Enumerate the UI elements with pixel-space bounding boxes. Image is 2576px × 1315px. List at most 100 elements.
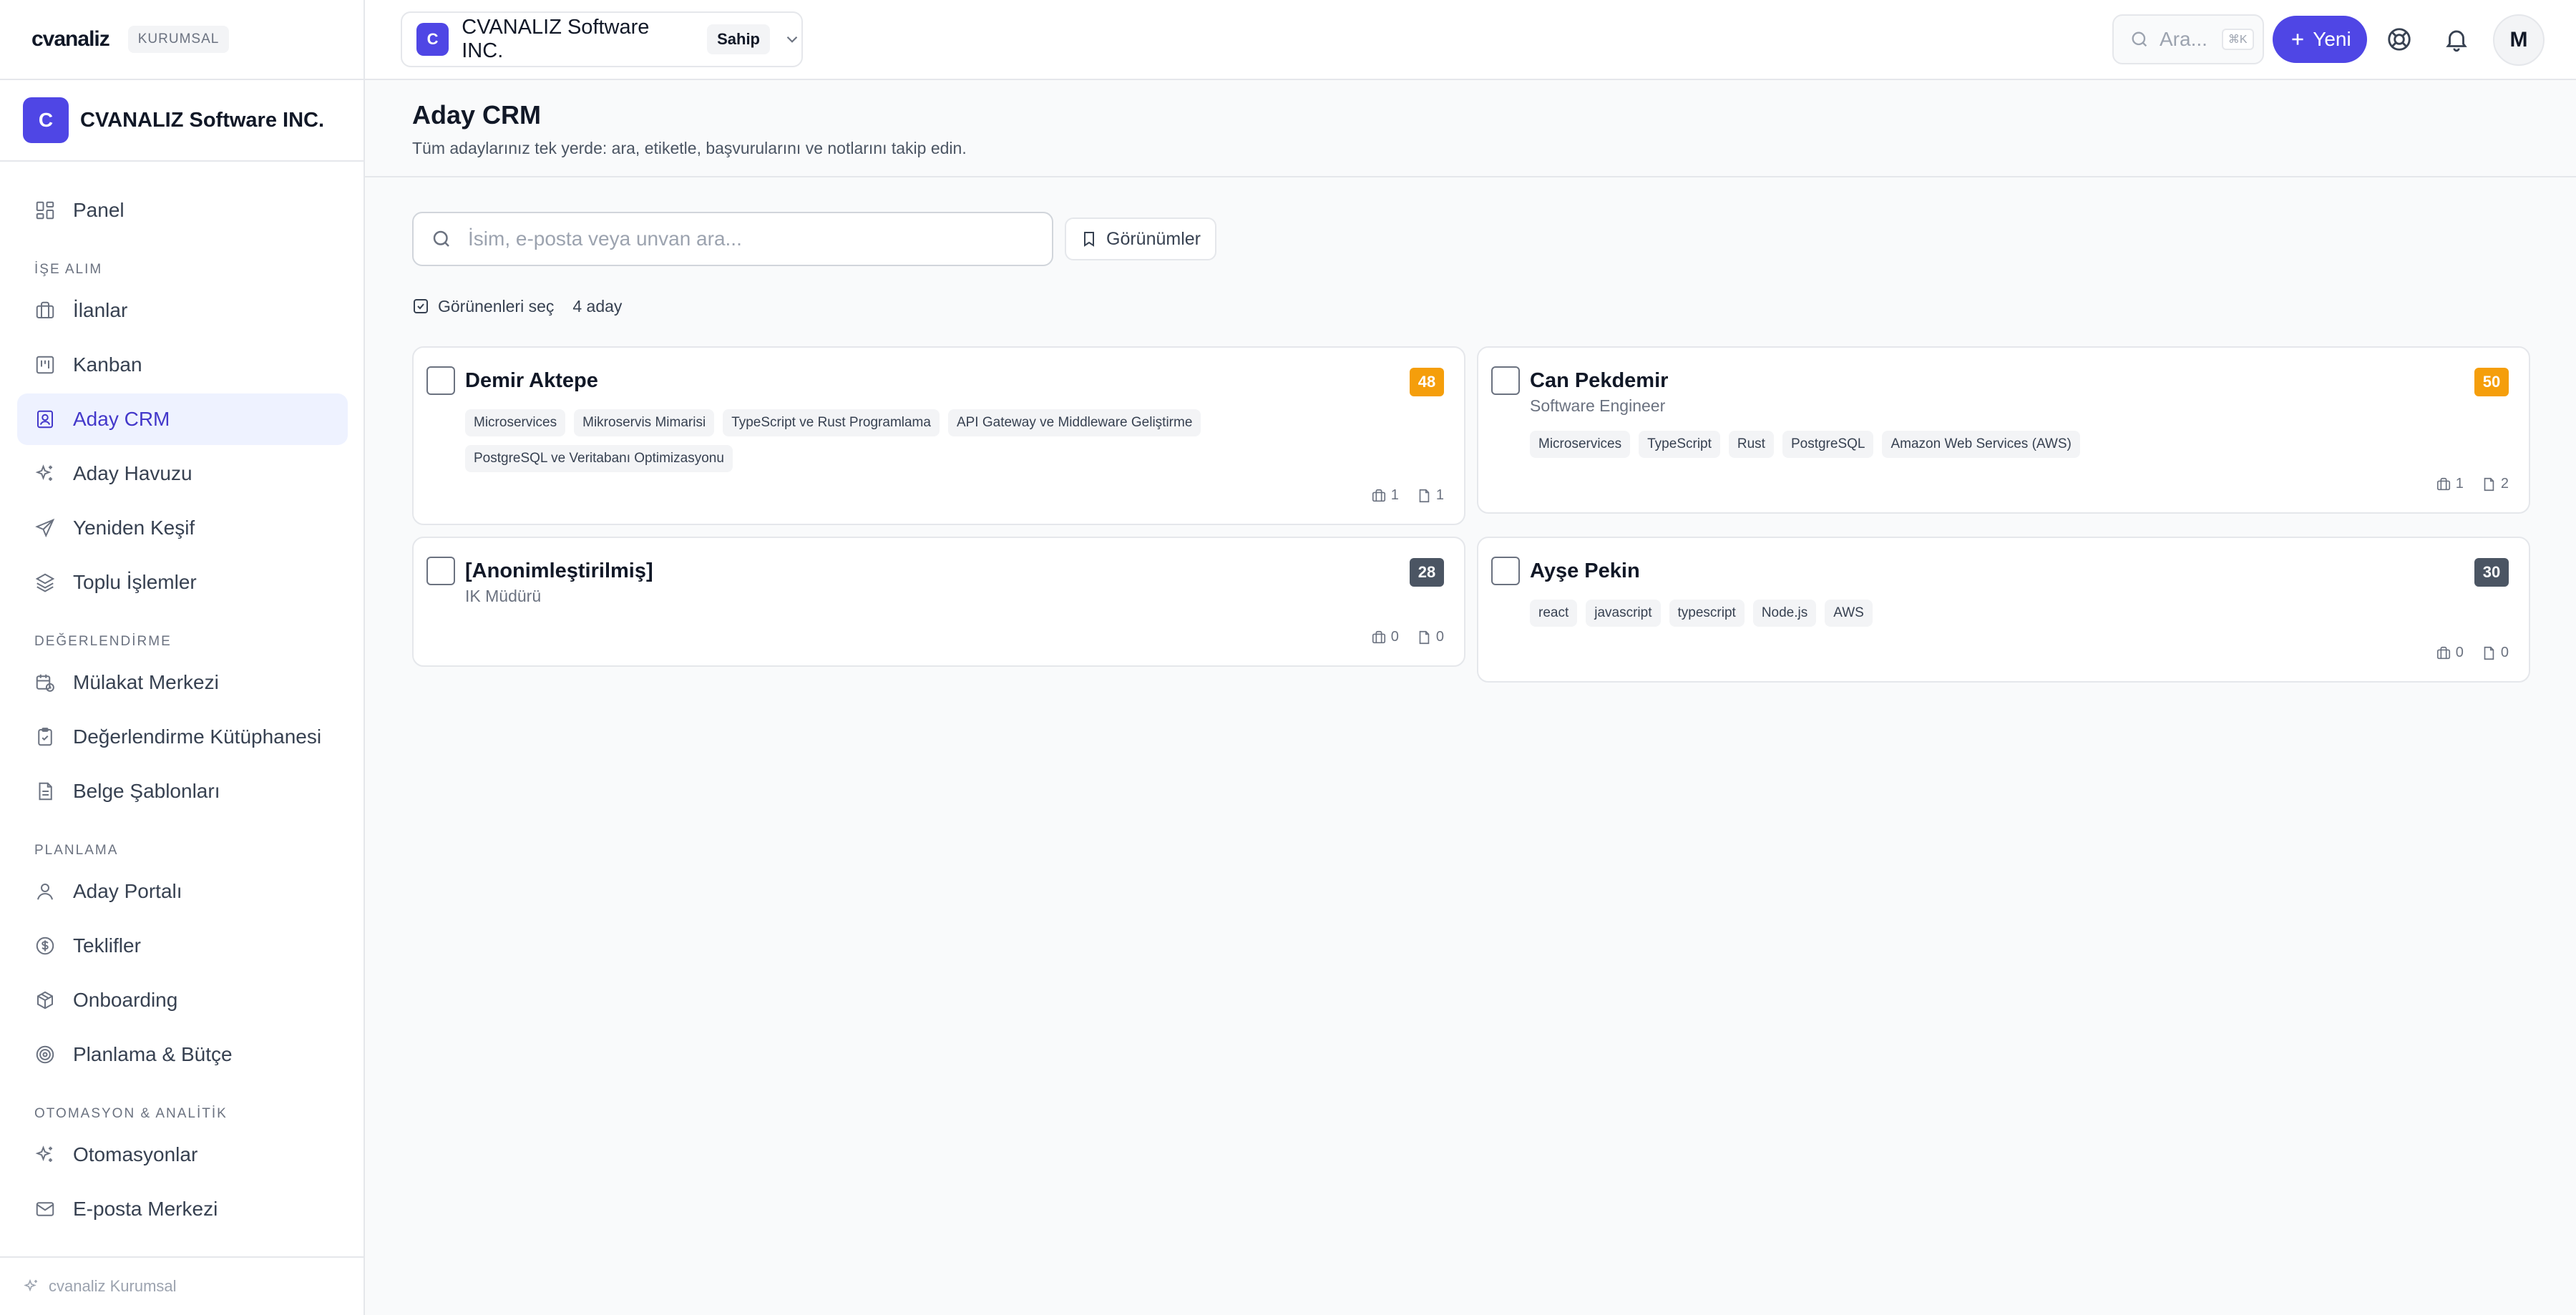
footer-label: cvanaliz Kurumsal	[49, 1277, 177, 1295]
candidate-card[interactable]: Demir Aktepe 48 Microservices Mikroservi…	[412, 346, 1465, 525]
plus-icon	[2288, 30, 2307, 49]
skill-tag: API Gateway ve Middleware Geliştirme	[947, 409, 1201, 436]
tag-list: react javascript typescript Node.js AWS	[1530, 600, 2389, 627]
sidebar-item-mulakat-merkezi[interactable]: Mülakat Merkezi	[17, 657, 348, 708]
org-switcher[interactable]: C CVANALIZ Software INC. Sahip	[401, 11, 803, 67]
sidebar-item-belge-sablonlari[interactable]: Belge Şablonları	[17, 766, 348, 817]
score-badge: 28	[1410, 558, 1444, 587]
brand-logo[interactable]: cvanaliz	[31, 27, 110, 52]
sidebar-item-degerlendirme-kutuphanesi[interactable]: Değerlendirme Kütüphanesi	[17, 711, 348, 763]
sidebar-item-label: Yeniden Keşif	[73, 517, 195, 539]
org-header[interactable]: C CVANALIZ Software INC.	[0, 80, 364, 162]
shortcut-hint: ⌘K	[2221, 29, 2254, 50]
sidebar-item-label: Belge Şablonları	[73, 780, 220, 802]
role-badge: Sahip	[707, 24, 770, 54]
notes-count: 0	[1435, 629, 1444, 645]
candidate-card[interactable]: Ayşe Pekin 30 react javascript typescrip…	[1477, 537, 2530, 683]
sidebar-item-toplu-islemler[interactable]: Toplu İşlemler	[17, 557, 348, 608]
lifebuoy-icon	[2386, 26, 2413, 53]
note-icon	[1416, 488, 1432, 504]
sidebar-item-onboarding[interactable]: Onboarding	[17, 974, 348, 1026]
sidebar-item-label: Teklifler	[73, 934, 141, 957]
candidate-name[interactable]: [Anonimleştirilmiş]	[465, 559, 653, 583]
skill-tag: Amazon Web Services (AWS)	[1882, 431, 2080, 458]
applications-count: 1	[2455, 476, 2464, 492]
sidebar-item-label: İlanlar	[73, 299, 128, 321]
tag-list: Microservices Mikroservis Mimarisi TypeS…	[465, 409, 1252, 472]
plan-badge: KURUMSAL	[127, 26, 230, 53]
sidebar-item-label: E-posta Merkezi	[73, 1198, 218, 1220]
briefcase-icon	[2436, 476, 2451, 492]
applications-count: 1	[1390, 487, 1399, 503]
sidebar-item-aday-crm[interactable]: Aday CRM	[17, 393, 348, 445]
views-button[interactable]: Görünümler	[1065, 217, 1216, 260]
candidate-title: IK Müdürü	[465, 587, 542, 605]
org-avatar: C	[23, 97, 69, 143]
candidate-checkbox[interactable]	[426, 557, 455, 585]
sidebar-item-kanban[interactable]: Kanban	[17, 339, 348, 391]
new-button[interactable]: Yeni	[2273, 16, 2367, 63]
global-search-placeholder: Ara...	[2160, 28, 2207, 50]
section-evaluation: DEĞERLENDİRME	[34, 634, 172, 649]
candidate-checkbox[interactable]	[1491, 557, 1520, 585]
sidebar-item-ilanlar[interactable]: İlanlar	[17, 285, 348, 336]
bell-icon	[2443, 26, 2470, 53]
sidebar-item-teklifler[interactable]: Teklifler	[17, 920, 348, 972]
sparkles-icon	[34, 463, 56, 484]
skill-tag: AWS	[1825, 600, 1873, 627]
user-avatar[interactable]: M	[2493, 14, 2545, 66]
skill-tag: react	[1530, 600, 1578, 627]
notifications-button[interactable]	[2439, 21, 2474, 57]
global-search[interactable]: Ara... ⌘K	[2112, 14, 2264, 64]
briefcase-icon	[34, 300, 56, 321]
section-recruiting: İŞE ALIM	[34, 262, 103, 277]
sidebar-item-label: Kanban	[73, 353, 142, 376]
sidebar-item-planlama-butce[interactable]: Planlama & Bütçe	[17, 1029, 348, 1080]
org-avatar: C	[416, 23, 449, 56]
sidebar-item-label: Mülakat Merkezi	[73, 671, 219, 693]
notes-count: 1	[1435, 487, 1444, 503]
new-button-label: Yeni	[2313, 28, 2351, 50]
sidebar-nav: Panel İŞE ALIM İlanlar Kanban Aday CRM A…	[17, 185, 348, 1238]
score-badge: 48	[1410, 368, 1444, 396]
calendar-clock-icon	[34, 672, 56, 693]
candidate-name[interactable]: Demir Aktepe	[465, 369, 598, 393]
candidate-count: 4 aday	[572, 296, 623, 316]
briefcase-icon	[1371, 488, 1387, 504]
sidebar-item-label: Panel	[73, 199, 125, 221]
skill-tag: typescript	[1669, 600, 1745, 627]
candidate-checkbox[interactable]	[426, 366, 455, 395]
select-visible-button[interactable]: Görünenleri seç	[438, 297, 554, 316]
page-header: Aday CRM Tüm adaylarınız tek yerde: ara,…	[365, 80, 2576, 177]
section-planning: PLANLAMA	[34, 843, 119, 858]
checkbox-checked-icon[interactable]	[412, 298, 429, 315]
sidebar-item-otomasyonlar[interactable]: Otomasyonlar	[17, 1129, 348, 1180]
sidebar-item-aday-portali[interactable]: Aday Portalı	[17, 866, 348, 917]
sidebar-item-label: Aday CRM	[73, 408, 170, 430]
dollar-circle-icon	[34, 935, 56, 957]
candidate-card[interactable]: Can Pekdemir Software Engineer 50 Micros…	[1477, 346, 2530, 514]
help-button[interactable]	[2381, 21, 2417, 57]
sidebar-item-aday-havuzu[interactable]: Aday Havuzu	[17, 448, 348, 499]
candidate-checkbox[interactable]	[1491, 366, 1520, 395]
skill-tag: PostgreSQL ve Veritabanı Optimizasyonu	[465, 445, 733, 472]
send-icon	[34, 517, 56, 539]
sidebar-item-panel[interactable]: Panel	[17, 185, 348, 236]
candidate-search[interactable]	[412, 212, 1053, 266]
sidebar-item-label: Değerlendirme Kütüphanesi	[73, 725, 322, 748]
score-badge: 30	[2474, 558, 2509, 587]
briefcase-icon	[1371, 630, 1387, 645]
skill-tag: TypeScript	[1639, 431, 1720, 458]
applications-count: 0	[2455, 645, 2464, 660]
candidate-title: Software Engineer	[1530, 396, 1666, 415]
candidate-search-input[interactable]	[468, 228, 1026, 250]
candidate-name[interactable]: Ayşe Pekin	[1530, 559, 1640, 583]
mail-icon	[34, 1198, 56, 1220]
candidate-name[interactable]: Can Pekdemir	[1530, 369, 1668, 393]
candidate-card[interactable]: [Anonimleştirilmiş] IK Müdürü 28 0 0	[412, 537, 1465, 667]
skill-tag: PostgreSQL	[1782, 431, 1874, 458]
note-icon	[2481, 476, 2497, 492]
sidebar-item-yeniden-kesif[interactable]: Yeniden Keşif	[17, 502, 348, 554]
sidebar-item-label: Aday Havuzu	[73, 462, 192, 484]
sidebar-item-eposta-merkezi[interactable]: E-posta Merkezi	[17, 1183, 348, 1235]
